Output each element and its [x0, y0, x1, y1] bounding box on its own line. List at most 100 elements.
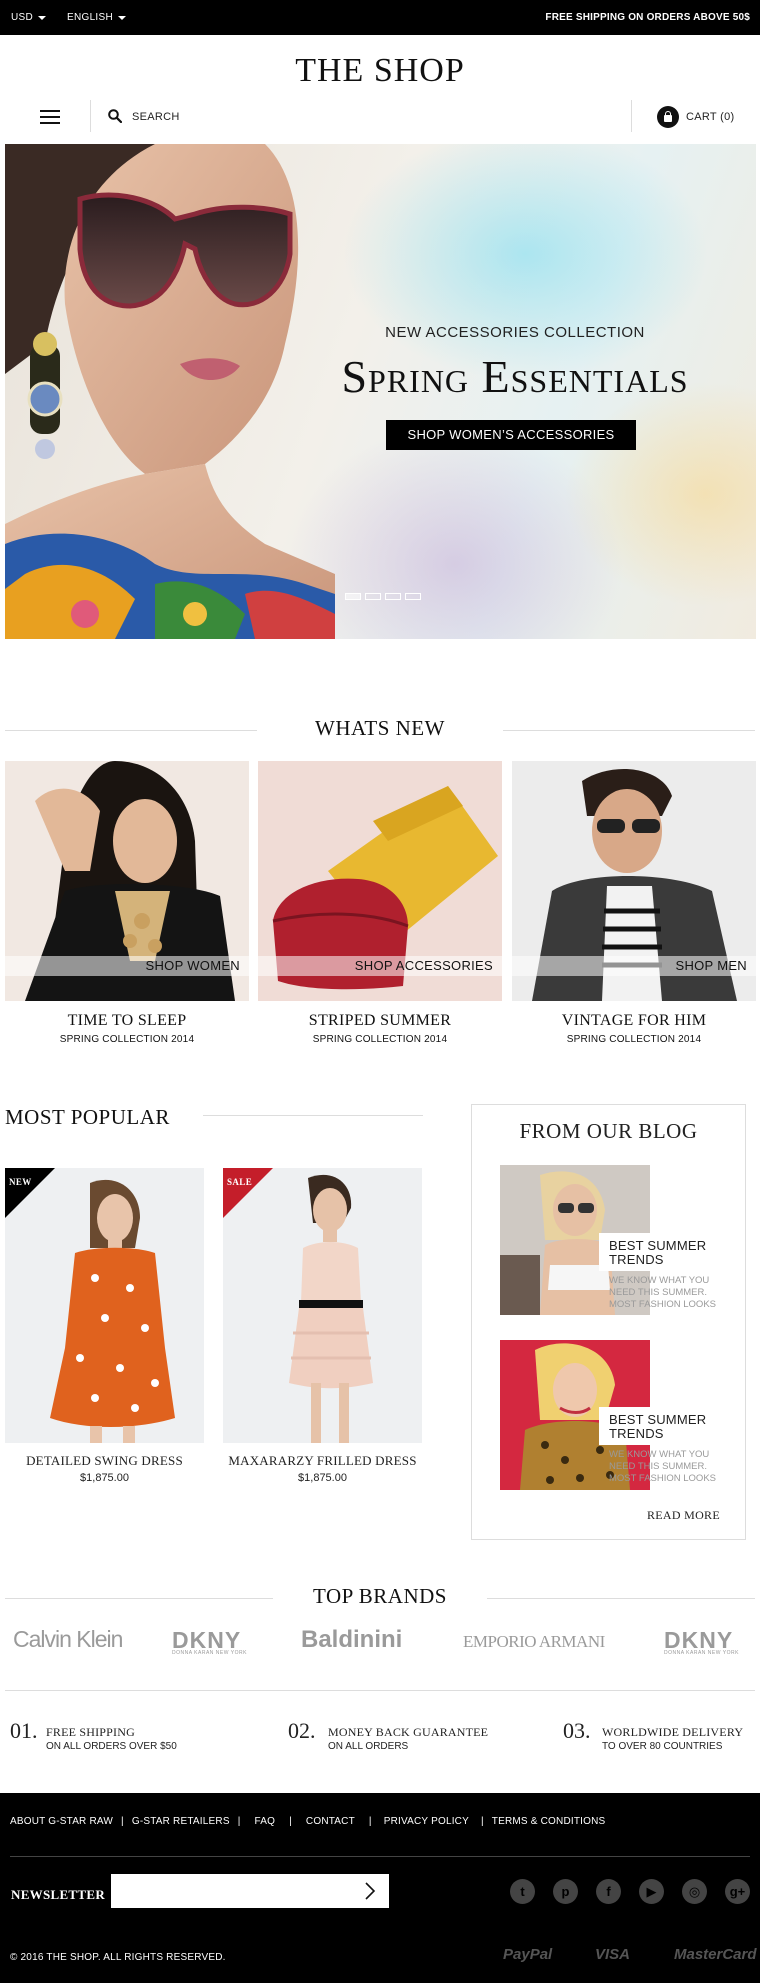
- youtube-icon[interactable]: ▶: [639, 1879, 664, 1904]
- whats-new-subtitle: SPRING COLLECTION 2014: [312, 1034, 448, 1045]
- brand-tagline: DONNA KARAN NEW YORK: [172, 1650, 247, 1656]
- hero-banner[interactable]: NEW ACCESSORIES COLLECTION Spring Essent…: [5, 144, 756, 639]
- product-price: $1,875.00: [298, 1472, 347, 1484]
- feature-subtitle: ON ALL ORDERS: [328, 1741, 409, 1752]
- site-logo[interactable]: THE SHOP: [0, 52, 760, 90]
- hero-title: Spring Essentials: [341, 351, 689, 402]
- brand-name: DKNY: [664, 1627, 734, 1653]
- twitter-icon[interactable]: t: [510, 1879, 535, 1904]
- brand-tagline: DONNA KARAN NEW YORK: [664, 1650, 739, 1656]
- blog-post-title[interactable]: BEST SUMMER TRENDS: [599, 1407, 729, 1445]
- blog-post-excerpt: WE KNOW WHAT YOU NEED THIS SUMMER. MOST …: [609, 1449, 716, 1484]
- facebook-icon[interactable]: f: [596, 1879, 621, 1904]
- footer-link-contact[interactable]: CONTACT: [306, 1816, 355, 1827]
- footer-link-about[interactable]: ABOUT G-STAR RAW: [10, 1816, 113, 1827]
- blog-post-title[interactable]: BEST SUMMER TRENDS: [599, 1233, 729, 1271]
- feature-title: WORLDWIDE DELIVERY: [602, 1725, 744, 1739]
- sale-badge: [223, 1168, 273, 1218]
- whats-new-subtitle: SPRING COLLECTION 2014: [59, 1034, 195, 1045]
- mastercard-logo: MasterCard: [674, 1946, 757, 1963]
- newsletter-email-input[interactable]: [111, 1874, 389, 1908]
- most-popular-heading: MOST POPULAR: [5, 1105, 170, 1129]
- footer-link-privacy[interactable]: PRIVACY POLICY: [384, 1816, 469, 1827]
- feature-subtitle: TO OVER 80 COUNTRIES: [602, 1741, 723, 1752]
- slider-dot[interactable]: [405, 593, 421, 600]
- separator: |: [289, 1816, 292, 1827]
- shop-men-link[interactable]: SHOP MEN: [512, 956, 756, 976]
- product-name[interactable]: DETAILED SWING DRESS: [5, 1453, 204, 1469]
- brand-logo-baldinini[interactable]: Baldinini: [301, 1626, 402, 1654]
- product-card[interactable]: SALE: [223, 1168, 422, 1443]
- search-icon[interactable]: [108, 109, 122, 123]
- brand-logo-calvin-klein[interactable]: Calvin Klein: [13, 1626, 123, 1653]
- shop-accessories-link[interactable]: SHOP ACCESSORIES: [258, 956, 502, 976]
- divider: [10, 1856, 750, 1857]
- footer-link-faq[interactable]: FAQ: [255, 1816, 276, 1827]
- currency-value: USD: [11, 12, 34, 23]
- slider-dot[interactable]: [365, 593, 381, 600]
- badge-label: NEW: [9, 1177, 32, 1187]
- language-select[interactable]: ENGLISH: [67, 12, 127, 23]
- shop-womens-accessories-button[interactable]: SHOP WOMEN’S ACCESSORIES: [386, 420, 636, 450]
- read-more-link[interactable]: READ MORE: [647, 1508, 720, 1523]
- shopping-bag-icon[interactable]: [657, 106, 679, 128]
- chevron-down-icon: [38, 15, 47, 20]
- copyright-text: © 2016 THE SHOP. ALL RIGHTS RESERVED.: [10, 1952, 226, 1963]
- blog-post-excerpt: WE KNOW WHAT YOU NEED THIS SUMMER. MOST …: [609, 1275, 716, 1310]
- newsletter-label: NEWSLETTER: [11, 1887, 106, 1902]
- divider: [5, 1598, 273, 1599]
- visa-logo: VISA: [595, 1946, 631, 1963]
- shop-women-link[interactable]: SHOP WOMEN: [5, 956, 249, 976]
- pinterest-icon[interactable]: p: [553, 1879, 578, 1904]
- whats-new-card-men[interactable]: SHOP MEN: [512, 761, 756, 1001]
- whats-new-title[interactable]: VINTAGE FOR HIM: [512, 1012, 756, 1030]
- badge-label: SALE: [227, 1177, 253, 1187]
- chevron-right-icon[interactable]: [357, 1880, 383, 1902]
- footer-links: ABOUT G-STAR RAW | G-STAR RETAILERS | FA…: [10, 1816, 605, 1827]
- divider: [631, 100, 632, 132]
- divider: [5, 1690, 755, 1691]
- cart-link[interactable]: CART (0): [686, 111, 734, 123]
- brand-logo-emporio-armani[interactable]: EMPORIO ARMANI: [463, 1632, 605, 1652]
- top-bar: USD ENGLISH FREE SHIPPING ON ORDERS ABOV…: [0, 0, 760, 35]
- shipping-notice: FREE SHIPPING ON ORDERS ABOVE 50$: [545, 12, 750, 23]
- separator: |: [237, 1816, 241, 1827]
- google-plus-icon[interactable]: g+: [725, 1879, 750, 1904]
- feature-title: FREE SHIPPING: [46, 1725, 135, 1739]
- hero-subtitle: NEW ACCESSORIES COLLECTION: [385, 324, 645, 341]
- whats-new-title[interactable]: TIME TO SLEEP: [5, 1012, 249, 1030]
- hamburger-menu-icon[interactable]: [40, 110, 60, 124]
- brand-logo-dkny[interactable]: DKNY DONNA KARAN NEW YORK: [172, 1629, 247, 1657]
- language-value: ENGLISH: [67, 12, 114, 23]
- paypal-logo: PayPal: [503, 1946, 553, 1963]
- whats-new-card-women[interactable]: SHOP WOMEN: [5, 761, 249, 1001]
- blog-panel: FROM OUR BLOG BEST SUMMER TRENDS WE KNOW…: [471, 1104, 746, 1540]
- feature-subtitle: ON ALL ORDERS OVER $50: [46, 1741, 177, 1752]
- footer: ABOUT G-STAR RAW | G-STAR RETAILERS | FA…: [0, 1793, 760, 1983]
- slider-dot[interactable]: [345, 593, 361, 600]
- footer-link-terms[interactable]: TERMS & CONDITIONS: [492, 1816, 606, 1827]
- nav-row: SEARCH CART (0): [0, 98, 760, 136]
- currency-select[interactable]: USD: [11, 12, 47, 23]
- slider-dots: [345, 593, 421, 600]
- slider-dot[interactable]: [385, 593, 401, 600]
- instagram-icon[interactable]: ◎: [682, 1879, 707, 1904]
- top-brands-heading: TOP BRANDS: [313, 1584, 447, 1608]
- chevron-down-icon: [118, 15, 127, 20]
- whats-new-heading: WHATS NEW: [315, 716, 445, 740]
- feature-number: 02.: [288, 1718, 316, 1743]
- whats-new-title[interactable]: STRIPED SUMMER: [258, 1012, 502, 1030]
- whats-new-card-accessories[interactable]: SHOP ACCESSORIES: [258, 761, 502, 1001]
- separator: |: [368, 1816, 372, 1827]
- divider: [5, 730, 257, 731]
- product-name[interactable]: MAXARARZY FRILLED DRESS: [223, 1453, 422, 1469]
- divider: [503, 730, 755, 731]
- footer-link-retailers[interactable]: G-STAR RETAILERS: [132, 1816, 230, 1827]
- feature-title: MONEY BACK GUARANTEE: [328, 1725, 489, 1739]
- brand-logo-dkny[interactable]: DKNY DONNA KARAN NEW YORK: [664, 1627, 739, 1657]
- blog-heading: FROM OUR BLOG: [519, 1119, 698, 1143]
- product-card[interactable]: NEW: [5, 1168, 204, 1443]
- whats-new-subtitle: SPRING COLLECTION 2014: [566, 1034, 702, 1045]
- search-input[interactable]: SEARCH: [132, 111, 180, 123]
- new-badge: [5, 1168, 55, 1218]
